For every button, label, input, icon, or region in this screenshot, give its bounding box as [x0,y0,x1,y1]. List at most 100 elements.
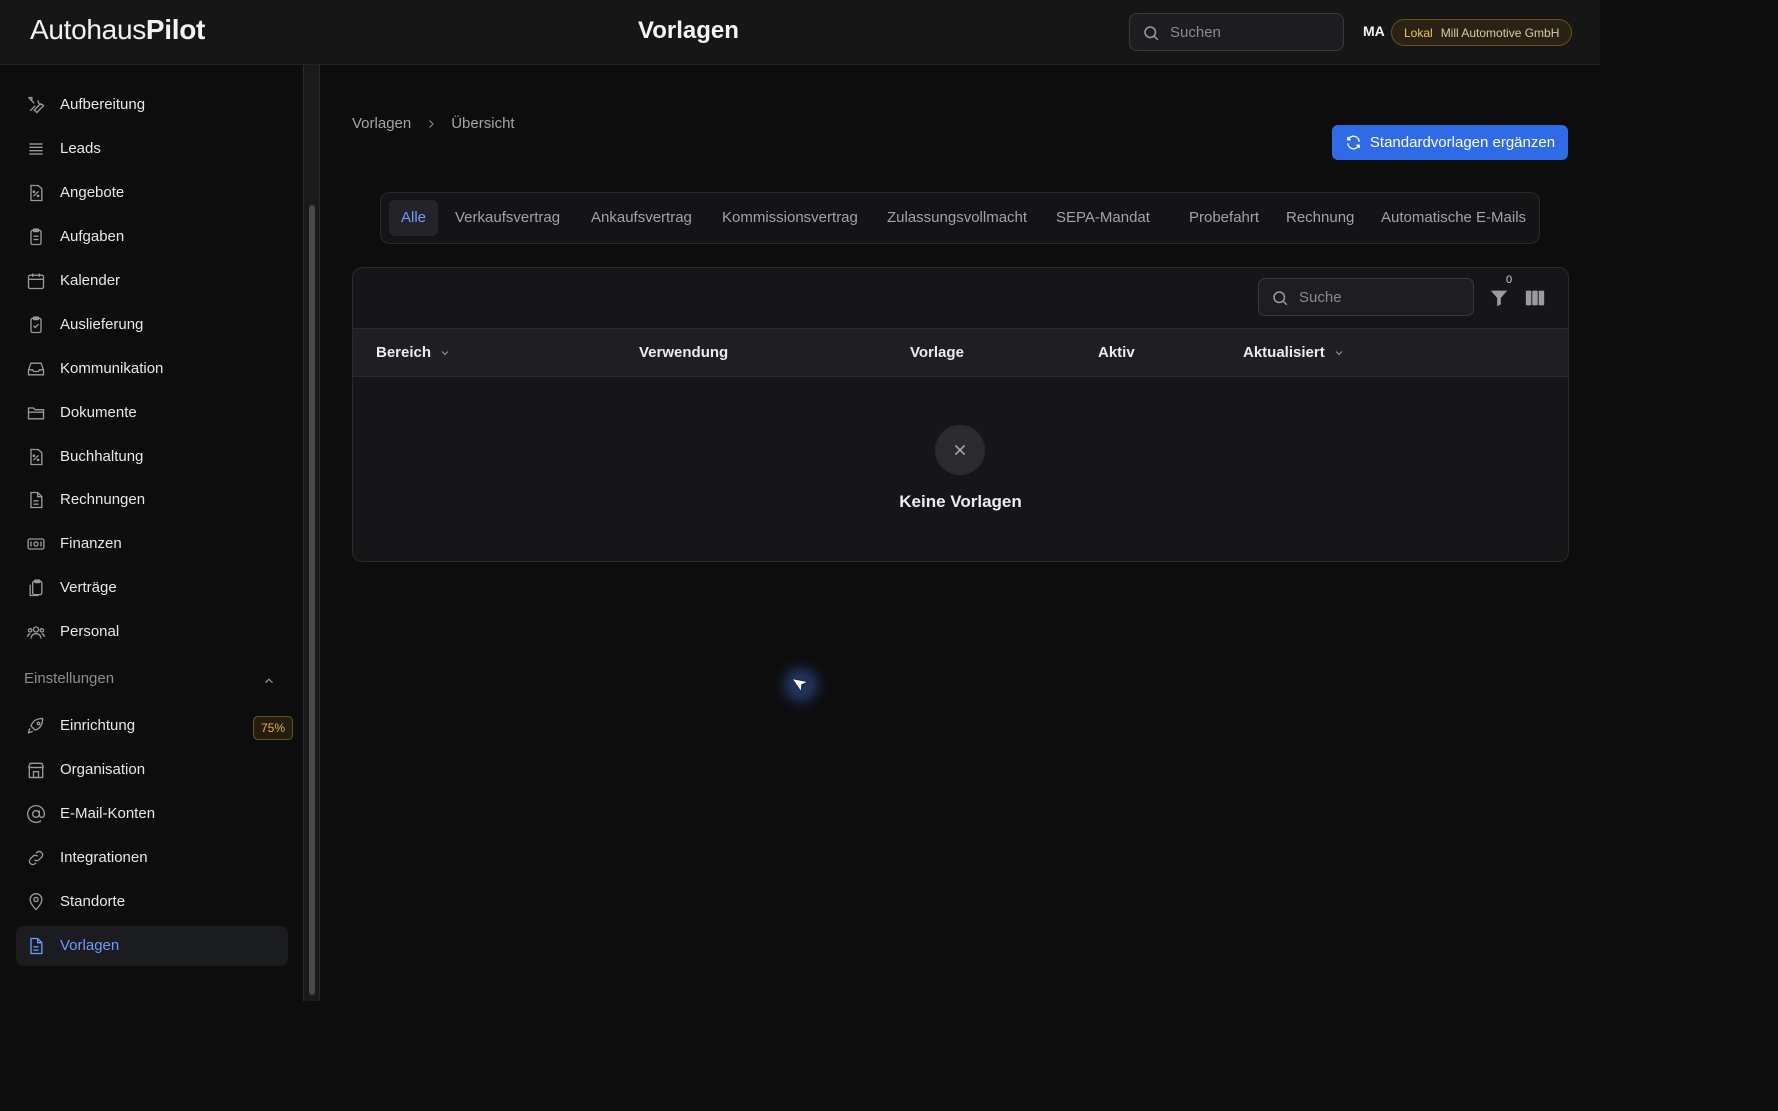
cash-icon [27,538,45,550]
tab-zulassungsvollmacht[interactable]: Zulassungsvollmacht [875,200,1039,236]
sidebar-item-label: Vorlagen [60,937,120,954]
chevron-up-icon [265,678,273,684]
environment-label: Lokal [1404,25,1433,40]
app-logo[interactable]: AutohausPilot [30,14,205,46]
column-header-vorlage: Vorlage [910,344,964,361]
chevron-down-icon [441,350,449,355]
sidebar-item-integrationen[interactable]: Integrationen [16,838,288,878]
tab-automatische-emails[interactable]: Automatische E-Mails [1369,200,1538,236]
mouse-cursor [784,668,818,702]
sidebar-item-label: Standorte [60,893,126,910]
tab-kommissionsvertrag[interactable]: Kommissionsvertrag [710,200,870,236]
at-icon [27,805,45,823]
clipboard-copy-icon [29,579,43,597]
sidebar-item-label: Verträge [60,579,117,596]
sidebar-scrollbar-thumb[interactable] [309,205,315,995]
refresh-icon [1347,135,1360,150]
sidebar-item-label: Kalender [60,272,121,289]
column-header-aktiv: Aktiv [1098,344,1135,361]
sidebar-item-label: Integrationen [60,849,148,866]
map-pin-icon [29,893,43,911]
top-bar: AutohausPilot Vorlagen MA Lokal Mill Aut… [0,0,1600,65]
calendar-icon [27,273,45,290]
column-header-label: Aktualisiert [1243,344,1325,361]
template-category-tabs: Alle Verkaufsvertrag Ankaufsvertrag Komm… [380,192,1540,244]
breadcrumb: Vorlagen Übersicht [352,115,515,132]
sidebar-item-email-konten[interactable]: E-Mail-Konten [16,794,288,834]
column-header-verwendung: Verwendung [639,344,728,361]
sidebar-item-personal[interactable]: Personal [16,612,288,652]
tab-alle[interactable]: Alle [389,200,439,236]
organization-badge[interactable]: Lokal Mill Automotive GmbH [1391,19,1573,46]
sidebar-item-label: Buchhaltung [60,448,144,465]
columns-icon[interactable] [1524,287,1546,309]
column-header-aktualisiert[interactable]: Aktualisiert [1243,344,1345,361]
sidebar-item-label: Rechnungen [60,491,146,508]
percent-doc-icon [30,184,43,202]
tab-rechnung[interactable]: Rechnung [1274,200,1366,236]
settings-section-toggle[interactable]: Einstellungen [24,670,280,694]
sidebar-item-label: Personal [60,623,120,640]
column-header-label: Aktiv [1098,344,1135,361]
sidebar-item-kommunikation[interactable]: Kommunikation [16,349,288,389]
folder-icon [27,407,45,420]
sidebar-scrollbar[interactable] [303,65,320,1001]
rocket-icon [27,717,44,734]
empty-state-icon [935,425,985,475]
sidebar-item-label: Angebote [60,184,125,201]
users-icon [27,626,45,639]
add-default-templates-button[interactable]: Standardvorlagen ergänzen [1332,125,1568,160]
user-avatar[interactable]: MA [1363,23,1385,39]
organization-name: Mill Automotive GmbH [1440,25,1560,40]
sidebar-item-aufbereitung[interactable]: Aufbereitung [16,85,288,125]
setup-progress-badge: 75% [253,716,294,740]
tab-probefahrt[interactable]: Probefahrt [1177,200,1271,236]
sidebar-item-vorlagen[interactable]: Vorlagen [16,926,288,966]
column-header-bereich[interactable]: Bereich [376,344,451,361]
empty-state-text: Keine Vorlagen [899,492,1022,511]
sidebar-item-dokumente[interactable]: Dokumente [16,393,288,433]
sidebar-item-label: E-Mail-Konten [60,805,156,822]
sidebar-item-buchhaltung[interactable]: Buchhaltung [16,437,288,477]
sidebar-item-label: Organisation [60,761,146,778]
add-default-templates-label: Standardvorlagen ergänzen [1369,134,1556,151]
page-title: Vorlagen [638,17,739,44]
tab-ankaufsvertrag[interactable]: Ankaufsvertrag [579,200,704,236]
global-search-input[interactable] [1170,14,1335,50]
table-search-input[interactable] [1299,279,1464,315]
sidebar-item-auslieferung[interactable]: Auslieferung [16,305,288,345]
sidebar-item-vertraege[interactable]: Verträge [16,568,288,608]
document-icon [30,491,43,509]
cursor-arrow-icon [790,677,812,695]
sidebar-item-aufgaben[interactable]: Aufgaben [16,217,288,257]
sidebar-item-kalender[interactable]: Kalender [16,261,288,301]
settings-section-label: Einstellungen [24,670,115,687]
tab-sepa-mandat[interactable]: SEPA-Mandat [1044,200,1162,236]
global-search[interactable] [1129,13,1344,51]
sidebar-item-leads[interactable]: Leads [16,129,288,169]
sidebar-item-organisation[interactable]: Organisation [16,750,288,790]
sidebar-item-label: Aufgaben [60,228,125,245]
sidebar-item-finanzen[interactable]: Finanzen [16,524,288,564]
sidebar-item-rechnungen[interactable]: Rechnungen [16,480,288,520]
logo-text-bold: Pilot [145,14,206,45]
sidebar-item-label: Finanzen [60,535,122,552]
sidebar: Aufbereitung Leads Angebote Aufgaben Kal… [0,65,303,1001]
percent-doc-icon [30,448,43,466]
tab-verkaufsvertrag[interactable]: Verkaufsvertrag [443,200,572,236]
breadcrumb-item-current: Übersicht [451,115,515,132]
search-icon [1144,26,1159,41]
table-search[interactable] [1258,278,1474,316]
breadcrumb-item-vorlagen[interactable]: Vorlagen [352,115,411,132]
sidebar-item-label: Kommunikation [60,360,164,377]
filter-icon[interactable] [1488,287,1510,309]
search-icon [1273,291,1288,306]
sidebar-item-angebote[interactable]: Angebote [16,173,288,213]
tools-icon [28,96,45,114]
sidebar-item-standorte[interactable]: Standorte [16,882,288,922]
clipboard-icon [30,228,42,246]
sidebar-item-einrichtung[interactable]: Einrichtung 75% [16,706,294,746]
sidebar-item-label: Leads [60,140,101,157]
clipboard-check-icon [30,316,42,334]
building-icon [27,762,45,779]
